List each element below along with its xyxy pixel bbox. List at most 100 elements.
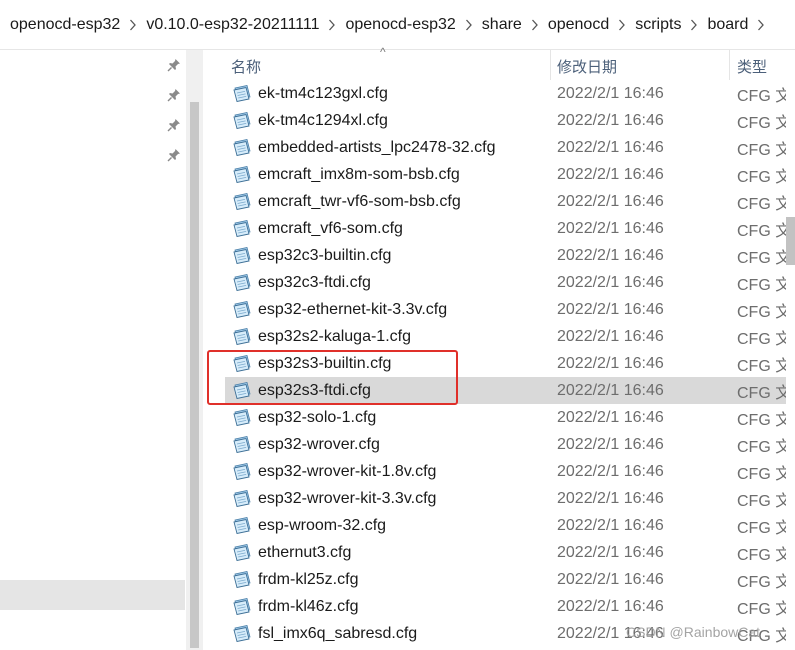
file-date-modified: 2022/2/1 16:46 [557,462,664,480]
file-row[interactable]: esp-wroom-32.cfg 2022/2/1 16:46 CFG 文 [225,512,791,539]
file-row[interactable]: esp32-wrover.cfg 2022/2/1 16:46 CFG 文 [225,431,791,458]
file-name: frdm-kl25z.cfg [258,570,359,588]
file-type: CFG 文 [737,492,792,510]
breadcrumb-item-openocd[interactable]: openocd [546,16,611,34]
chevron-right-icon[interactable] [611,19,633,31]
file-type: CFG 文 [737,276,792,294]
column-date-modified[interactable]: 修改日期 [557,56,617,77]
file-name: esp32-wrover.cfg [258,435,380,453]
cfg-file-icon [232,273,252,291]
file-row[interactable]: ek-tm4c1294xl.cfg 2022/2/1 16:46 CFG 文 [225,107,791,134]
file-name: esp32s3-builtin.cfg [258,354,392,372]
file-row[interactable]: esp32c3-builtin.cfg 2022/2/1 16:46 CFG 文 [225,242,791,269]
file-row[interactable]: esp32s3-builtin.cfg 2022/2/1 16:46 CFG 文 [225,350,791,377]
file-type: CFG 文 [737,141,792,159]
file-date-modified: 2022/2/1 16:46 [557,273,664,291]
cfg-file-icon [232,138,252,156]
file-name: fsl_imx6q_sabresd.cfg [258,624,418,642]
file-row[interactable]: esp32-solo-1.cfg 2022/2/1 16:46 CFG 文 [225,404,791,431]
file-date-modified: 2022/2/1 16:46 [557,381,664,399]
cfg-file-icon [232,84,252,102]
chevron-right-icon[interactable] [683,19,705,31]
file-row[interactable]: emcraft_imx8m-som-bsb.cfg 2022/2/1 16:46 C… [225,161,791,188]
cfg-file-icon [232,300,252,318]
column-name[interactable]: 名称 [231,56,261,77]
chevron-right-icon[interactable] [321,19,343,31]
file-row[interactable]: embedded-artists_lpc2478-32.cfg 2022/2/1 … [225,134,791,161]
file-type: CFG 文 [737,330,792,348]
breadcrumb-item-openocd-esp32-inner[interactable]: openocd-esp32 [343,16,457,34]
file-date-modified: 2022/2/1 16:46 [557,516,664,534]
chevron-right-icon[interactable] [524,19,546,31]
file-name: esp32-ethernet-kit-3.3v.cfg [258,300,448,318]
breadcrumb-item-openocd-esp32[interactable]: openocd-esp32 [8,16,122,34]
file-list-scrollbar[interactable] [786,80,795,650]
cfg-file-icon [232,381,252,399]
cfg-file-icon [232,435,252,453]
file-row[interactable]: esp32c3-ftdi.cfg 2022/2/1 16:46 CFG 文 [225,269,791,296]
cfg-file-icon [232,570,252,588]
file-type: CFG 文 [737,411,792,429]
file-row[interactable]: esp32s2-kaluga-1.cfg 2022/2/1 16:46 CFG 文 [225,323,791,350]
file-type: CFG 文 [737,303,792,321]
chevron-right-icon[interactable] [122,19,144,31]
file-name: ek-tm4c123gxl.cfg [258,84,388,102]
file-row[interactable]: esp32-wrover-kit-3.3v.cfg 2022/2/1 16:46 C… [225,485,791,512]
navigation-pane[interactable] [0,50,203,650]
file-row[interactable]: ek-tm4c123gxl.cfg 2022/2/1 16:46 CFG 文 [225,80,791,107]
file-date-modified: 2022/2/1 16:46 [557,408,664,426]
file-type: CFG 文 [737,249,792,267]
file-row[interactable]: emcraft_twr-vf6-som-bsb.cfg 2022/2/1 16:4… [225,188,791,215]
file-name: ethernut3.cfg [258,543,352,561]
file-name: esp32-wrover-kit-1.8v.cfg [258,462,437,480]
column-divider[interactable] [550,50,551,80]
breadcrumb-item-version[interactable]: v0.10.0-esp32-20211111 [144,16,321,34]
chevron-right-icon[interactable] [750,19,772,31]
file-date-modified: 2022/2/1 16:46 [557,354,664,372]
file-date-modified: 2022/2/1 16:46 [557,165,664,183]
nav-scrollbar[interactable] [186,50,203,650]
file-name: esp32-solo-1.cfg [258,408,377,426]
nav-scrollbar-thumb[interactable] [190,102,199,648]
column-divider[interactable] [729,50,730,80]
file-name: frdm-kl46z.cfg [258,597,359,615]
file-list[interactable]: ek-tm4c123gxl.cfg 2022/2/1 16:46 CFG 文 ek-t… [203,80,791,650]
file-name: ek-tm4c1294xl.cfg [258,111,388,129]
file-row[interactable]: ethernut3.cfg 2022/2/1 16:46 CFG 文 [225,539,791,566]
cfg-file-icon [232,327,252,345]
file-name: esp32c3-ftdi.cfg [258,273,371,291]
file-row[interactable]: esp32s3-ftdi.cfg 2022/2/1 16:46 CFG 文 [225,377,791,404]
cfg-file-icon [232,354,252,372]
file-date-modified: 2022/2/1 16:46 [557,84,664,102]
file-row[interactable]: emcraft_vf6-som.cfg 2022/2/1 16:46 CFG 文 [225,215,791,242]
file-type: CFG 文 [737,168,792,186]
file-type: CFG 文 [737,357,792,375]
file-row[interactable]: esp32-ethernet-kit-3.3v.cfg 2022/2/1 16:4… [225,296,791,323]
column-type[interactable]: 类型 [737,56,767,77]
watermark: CSDN @RainbowCat [626,624,761,640]
sort-ascending-icon: ^ [380,45,386,59]
file-type: CFG 文 [737,114,792,132]
file-date-modified: 2022/2/1 16:46 [557,543,664,561]
breadcrumb-item-scripts[interactable]: scripts [633,16,683,34]
breadcrumb-item-share[interactable]: share [480,16,524,34]
cfg-file-icon [232,597,252,615]
file-date-modified: 2022/2/1 16:46 [557,111,664,129]
file-type: CFG 文 [737,384,792,402]
file-type: CFG 文 [737,465,792,483]
breadcrumb-item-board[interactable]: board [705,16,750,34]
cfg-file-icon [232,624,252,642]
file-name: esp32c3-builtin.cfg [258,246,392,264]
file-list-scrollbar-thumb[interactable] [786,217,795,265]
file-date-modified: 2022/2/1 16:46 [557,597,664,615]
file-row[interactable]: frdm-kl25z.cfg 2022/2/1 16:46 CFG 文 [225,566,791,593]
file-name: esp32-wrover-kit-3.3v.cfg [258,489,437,507]
file-date-modified: 2022/2/1 16:46 [557,219,664,237]
nav-item-selected[interactable] [0,580,185,610]
breadcrumb: openocd-esp32 v0.10.0-esp32-20211111 ope… [0,0,795,50]
chevron-right-icon[interactable] [458,19,480,31]
cfg-file-icon [232,543,252,561]
file-row[interactable]: esp32-wrover-kit-1.8v.cfg 2022/2/1 16:46 C… [225,458,791,485]
file-name: esp32s3-ftdi.cfg [258,381,371,399]
file-row[interactable]: frdm-kl46z.cfg 2022/2/1 16:46 CFG 文 [225,593,791,620]
